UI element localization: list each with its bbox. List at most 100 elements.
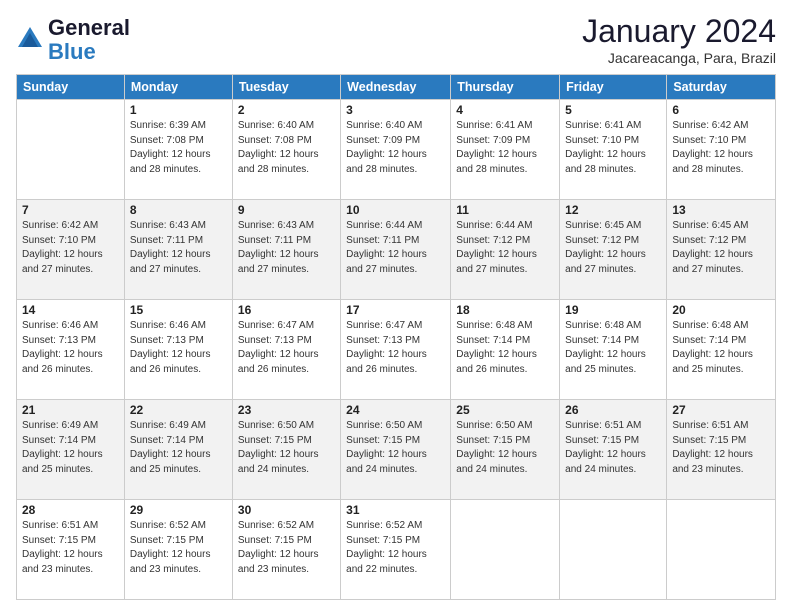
day-info: Sunrise: 6:51 AMSunset: 7:15 PMDaylight:… [672, 419, 770, 477]
daylight-line2: and 28 minutes. [346, 163, 445, 178]
day-info: Sunrise: 6:43 AMSunset: 7:11 PMDaylight:… [130, 219, 227, 277]
daylight-line1: Daylight: 12 hours [130, 448, 227, 463]
day-number: 27 [672, 403, 770, 417]
daylight-line2: and 27 minutes. [130, 263, 227, 278]
sunrise-text: Sunrise: 6:41 AM [565, 119, 661, 134]
sunrise-text: Sunrise: 6:52 AM [346, 519, 445, 534]
daylight-line1: Daylight: 12 hours [130, 548, 227, 563]
sunrise-text: Sunrise: 6:48 AM [456, 319, 554, 334]
day-info: Sunrise: 6:41 AMSunset: 7:10 PMDaylight:… [565, 119, 661, 177]
day-info: Sunrise: 6:50 AMSunset: 7:15 PMDaylight:… [456, 419, 554, 477]
calendar-cell: 6Sunrise: 6:42 AMSunset: 7:10 PMDaylight… [667, 100, 776, 200]
daylight-line1: Daylight: 12 hours [22, 348, 119, 363]
calendar-cell: 20Sunrise: 6:48 AMSunset: 7:14 PMDayligh… [667, 300, 776, 400]
day-number: 22 [130, 403, 227, 417]
day-number: 19 [565, 303, 661, 317]
day-number: 21 [22, 403, 119, 417]
day-info: Sunrise: 6:45 AMSunset: 7:12 PMDaylight:… [565, 219, 661, 277]
month-title: January 2024 [582, 12, 776, 50]
daylight-line2: and 23 minutes. [238, 563, 335, 578]
day-number: 3 [346, 103, 445, 117]
day-number: 8 [130, 203, 227, 217]
sunrise-text: Sunrise: 6:51 AM [672, 419, 770, 434]
calendar-cell: 27 Sunrise: 6:51 AMSunset: 7:15 PMDayligh… [667, 400, 776, 500]
daylight-line1: Daylight: 12 hours [672, 248, 770, 263]
sunset-text: Sunset: 7:08 PM [238, 134, 335, 149]
subtitle: Jacareacanga, Para, Brazil [582, 50, 776, 66]
day-number: 2 [238, 103, 335, 117]
daylight-line2: and 23 minutes. [672, 463, 770, 478]
calendar-cell: 10Sunrise: 6:44 AMSunset: 7:11 PMDayligh… [341, 200, 451, 300]
daylight-line2: and 27 minutes. [672, 263, 770, 278]
sunrise-text: Sunrise: 6:52 AM [130, 519, 227, 534]
daylight-line1: Daylight: 12 hours [346, 448, 445, 463]
daylight-line1: Daylight: 12 hours [346, 248, 445, 263]
day-info: Sunrise: 6:50 AMSunset: 7:15 PMDaylight:… [238, 419, 335, 477]
sunset-text: Sunset: 7:08 PM [130, 134, 227, 149]
calendar-header-thursday: Thursday [451, 75, 560, 100]
daylight-line1: Daylight: 12 hours [565, 448, 661, 463]
daylight-line1: Daylight: 12 hours [22, 448, 119, 463]
day-number: 28 [22, 503, 119, 517]
sunrise-text: Sunrise: 6:42 AM [672, 119, 770, 134]
sunset-text: Sunset: 7:15 PM [346, 534, 445, 549]
day-number: 23 [238, 403, 335, 417]
calendar-cell: 16Sunrise: 6:47 AMSunset: 7:13 PMDayligh… [232, 300, 340, 400]
calendar-cell: 1Sunrise: 6:39 AMSunset: 7:08 PMDaylight… [124, 100, 232, 200]
calendar-cell [667, 500, 776, 600]
calendar-cell: 18Sunrise: 6:48 AMSunset: 7:14 PMDayligh… [451, 300, 560, 400]
daylight-line2: and 28 minutes. [672, 163, 770, 178]
daylight-line1: Daylight: 12 hours [672, 348, 770, 363]
sunrise-text: Sunrise: 6:50 AM [238, 419, 335, 434]
calendar-header-saturday: Saturday [667, 75, 776, 100]
sunset-text: Sunset: 7:10 PM [565, 134, 661, 149]
sunset-text: Sunset: 7:14 PM [22, 434, 119, 449]
day-info: Sunrise: 6:40 AMSunset: 7:08 PMDaylight:… [238, 119, 335, 177]
daylight-line2: and 25 minutes. [22, 463, 119, 478]
sunset-text: Sunset: 7:11 PM [130, 234, 227, 249]
daylight-line1: Daylight: 12 hours [456, 448, 554, 463]
calendar-header-sunday: Sunday [17, 75, 125, 100]
calendar-cell: 21 Sunrise: 6:49 AMSunset: 7:14 PMDayligh… [17, 400, 125, 500]
sunrise-text: Sunrise: 6:43 AM [130, 219, 227, 234]
logo-text: General Blue [48, 16, 130, 64]
day-number: 16 [238, 303, 335, 317]
day-info: Sunrise: 6:48 AMSunset: 7:14 PMDaylight:… [672, 319, 770, 377]
day-number: 6 [672, 103, 770, 117]
sunrise-text: Sunrise: 6:50 AM [346, 419, 445, 434]
logo: General Blue [16, 16, 130, 64]
day-number: 4 [456, 103, 554, 117]
sunset-text: Sunset: 7:14 PM [456, 334, 554, 349]
daylight-line2: and 28 minutes. [238, 163, 335, 178]
calendar-header-wednesday: Wednesday [341, 75, 451, 100]
sunset-text: Sunset: 7:15 PM [238, 534, 335, 549]
daylight-line2: and 22 minutes. [346, 563, 445, 578]
calendar-cell: 3Sunrise: 6:40 AMSunset: 7:09 PMDaylight… [341, 100, 451, 200]
calendar-cell: 19Sunrise: 6:48 AMSunset: 7:14 PMDayligh… [560, 300, 667, 400]
daylight-line2: and 26 minutes. [456, 363, 554, 378]
calendar-cell: 9Sunrise: 6:43 AMSunset: 7:11 PMDaylight… [232, 200, 340, 300]
daylight-line1: Daylight: 12 hours [456, 148, 554, 163]
day-number: 5 [565, 103, 661, 117]
daylight-line2: and 28 minutes. [130, 163, 227, 178]
day-number: 9 [238, 203, 335, 217]
daylight-line1: Daylight: 12 hours [456, 248, 554, 263]
sunset-text: Sunset: 7:13 PM [238, 334, 335, 349]
sunset-text: Sunset: 7:15 PM [130, 534, 227, 549]
calendar-cell [560, 500, 667, 600]
day-info: Sunrise: 6:49 AMSunset: 7:14 PMDaylight:… [22, 419, 119, 477]
day-info: Sunrise: 6:42 AMSunset: 7:10 PMDaylight:… [22, 219, 119, 277]
sunrise-text: Sunrise: 6:46 AM [22, 319, 119, 334]
sunset-text: Sunset: 7:13 PM [346, 334, 445, 349]
title-block: January 2024 Jacareacanga, Para, Brazil [582, 12, 776, 66]
sunset-text: Sunset: 7:13 PM [22, 334, 119, 349]
calendar-cell: 30Sunrise: 6:52 AMSunset: 7:15 PMDayligh… [232, 500, 340, 600]
sunrise-text: Sunrise: 6:43 AM [238, 219, 335, 234]
daylight-line1: Daylight: 12 hours [456, 348, 554, 363]
daylight-line2: and 24 minutes. [346, 463, 445, 478]
calendar-header-row: SundayMondayTuesdayWednesdayThursdayFrid… [17, 75, 776, 100]
daylight-line1: Daylight: 12 hours [346, 148, 445, 163]
sunset-text: Sunset: 7:12 PM [672, 234, 770, 249]
day-info: Sunrise: 6:52 AMSunset: 7:15 PMDaylight:… [346, 519, 445, 577]
daylight-line2: and 23 minutes. [22, 563, 119, 578]
